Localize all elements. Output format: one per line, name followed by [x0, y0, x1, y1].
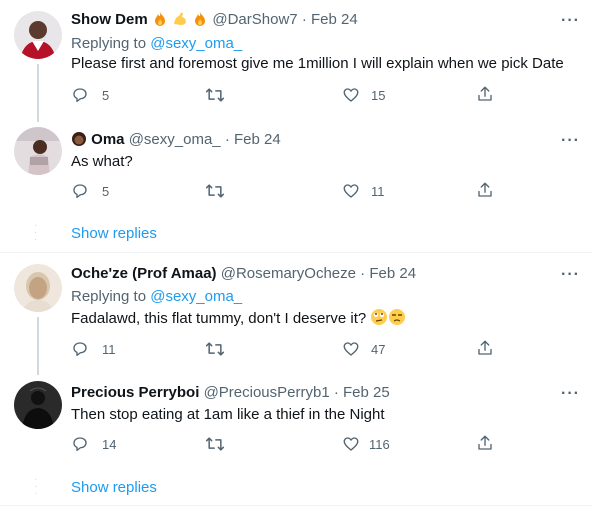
- thread-dots: · · ·: [34, 474, 38, 499]
- separator: ·: [360, 265, 366, 282]
- reply-icon[interactable]: [71, 435, 89, 453]
- like-icon[interactable]: [342, 340, 360, 358]
- eye-roll-emoji-icon: [370, 308, 388, 330]
- replying-handle-link[interactable]: @sexy_oma_: [150, 288, 242, 305]
- like-count: 116: [369, 437, 390, 452]
- retweet-icon[interactable]: [205, 86, 225, 104]
- like-icon[interactable]: [342, 435, 360, 453]
- replying-to: Replying to @sexy_oma_: [71, 288, 243, 305]
- show-replies-link[interactable]: Show replies: [71, 479, 157, 496]
- tweet-text: Fadalawd, this flat tummy, don't I deser…: [71, 308, 406, 330]
- more-options-icon[interactable]: ···: [561, 13, 580, 29]
- retweet-icon[interactable]: [205, 182, 225, 200]
- avatar[interactable]: [14, 11, 62, 59]
- share-icon[interactable]: [476, 434, 494, 452]
- timestamp[interactable]: Feb 24: [234, 131, 281, 148]
- flexed-biceps-icon: [172, 11, 188, 31]
- share-icon[interactable]: [476, 339, 494, 357]
- more-options-icon[interactable]: ···: [561, 267, 580, 283]
- display-name[interactable]: Precious Perryboi @PreciousPerryb1 · Feb…: [71, 384, 390, 401]
- like-count: 11: [371, 184, 385, 199]
- tweet-text: Please first and foremost give me 1milli…: [71, 55, 564, 72]
- replying-to: Replying to @sexy_oma_: [71, 35, 243, 52]
- separator: ·: [333, 384, 339, 401]
- reply-count: 5: [102, 88, 110, 103]
- fire-icon: [152, 11, 168, 31]
- separator: ·: [301, 11, 307, 28]
- avatar[interactable]: [14, 127, 62, 175]
- share-icon[interactable]: [476, 181, 494, 199]
- reply-icon[interactable]: [71, 182, 89, 200]
- share-icon[interactable]: [476, 85, 494, 103]
- retweet-icon[interactable]: [205, 340, 225, 358]
- more-options-icon[interactable]: ···: [561, 386, 580, 402]
- handle[interactable]: @PreciousPerryb1: [204, 384, 330, 401]
- thread-line: [37, 317, 39, 375]
- separator: ·: [224, 131, 230, 148]
- timestamp[interactable]: Feb 24: [369, 265, 416, 282]
- avatar[interactable]: [14, 381, 62, 429]
- retweet-icon[interactable]: [205, 435, 225, 453]
- handle[interactable]: @DarShow7: [212, 11, 297, 28]
- like-count: 15: [371, 88, 386, 103]
- display-name[interactable]: Show Dem @DarShow7 · Feb 24: [71, 11, 358, 31]
- like-icon[interactable]: [342, 182, 360, 200]
- divider: [0, 252, 592, 253]
- thread-dots: · · ·: [34, 220, 38, 245]
- display-name[interactable]: Oma @sexy_oma_ · Feb 24: [71, 131, 281, 151]
- handle[interactable]: @RosemaryOcheze: [221, 265, 356, 282]
- timestamp[interactable]: Feb 25: [343, 384, 390, 401]
- tweet-text: Then stop eating at 1am like a thief in …: [71, 406, 385, 423]
- display-name[interactable]: Oche'ze (Prof Amaa) @RosemaryOcheze · Fe…: [71, 265, 416, 282]
- like-count: 47: [371, 342, 386, 357]
- unamused-emoji-icon: [388, 308, 406, 330]
- replying-handle-link[interactable]: @sexy_oma_: [150, 35, 242, 52]
- avatar[interactable]: [14, 264, 62, 312]
- tweet-text: As what?: [71, 153, 133, 170]
- reply-count: 5: [102, 184, 110, 199]
- reply-icon[interactable]: [71, 86, 89, 104]
- fire-icon: [192, 11, 208, 31]
- reply-count: 11: [102, 342, 116, 357]
- like-icon[interactable]: [342, 86, 360, 104]
- reply-icon[interactable]: [71, 340, 89, 358]
- timestamp[interactable]: Feb 24: [311, 11, 358, 28]
- reply-count: 14: [102, 437, 117, 452]
- show-replies-link[interactable]: Show replies: [71, 225, 157, 242]
- more-options-icon[interactable]: ···: [561, 133, 580, 149]
- handle[interactable]: @sexy_oma_: [129, 131, 221, 148]
- woman-emoji-icon: [71, 131, 87, 151]
- thread-line: [37, 64, 39, 122]
